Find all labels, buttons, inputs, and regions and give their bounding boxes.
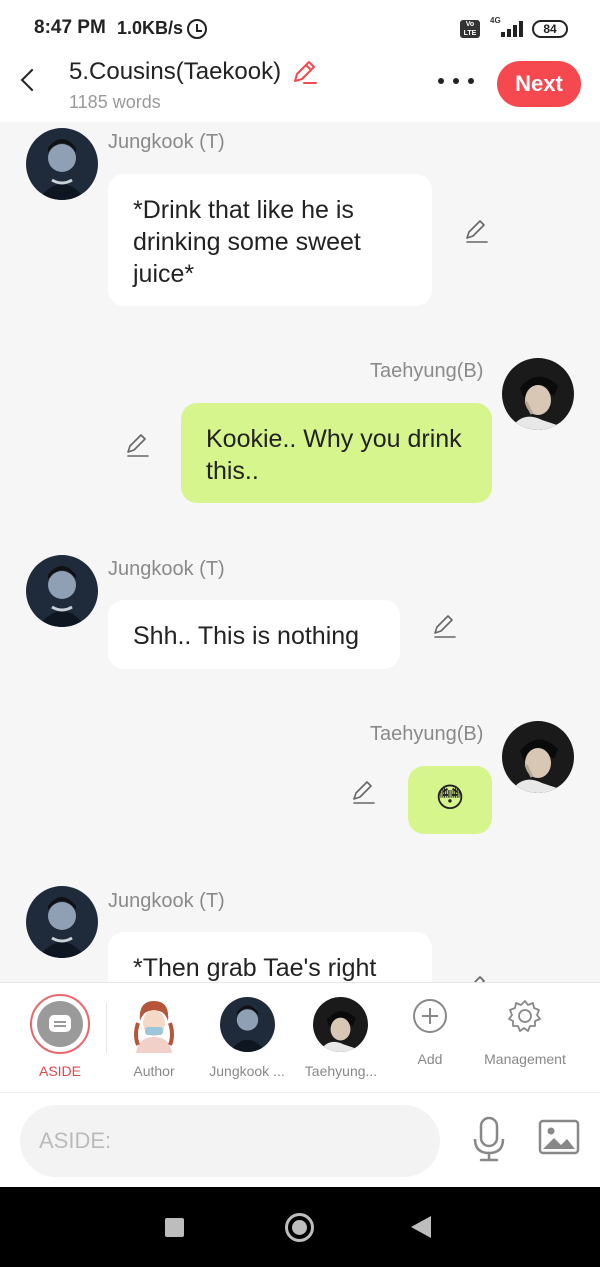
signal-icon: [497, 21, 523, 37]
taehyung-tool[interactable]: Taehyung...: [296, 983, 386, 1093]
speaker-name: Taehyung(B): [370, 360, 484, 382]
jungkook-tool[interactable]: Jungkook ...: [200, 983, 294, 1093]
volte-icon: Vo LTE: [460, 20, 480, 38]
gear-icon: [508, 1000, 541, 1032]
header: 5.Cousins(Taekook) 1185 words Next: [0, 56, 600, 122]
image-icon[interactable]: [538, 1119, 580, 1155]
add-tool[interactable]: Add: [395, 983, 465, 1093]
status-bar: 8:47 PM 1.0KB/s Vo LTE 4G 84: [0, 0, 600, 56]
system-back-icon[interactable]: [411, 1216, 431, 1238]
aside-selector[interactable]: [30, 994, 90, 1054]
message-bubble[interactable]: *Then grab Tae's right: [108, 932, 432, 982]
message-bubble[interactable]: Kookie.. Why you drink this..: [181, 403, 492, 503]
jungkook-avatar: [220, 997, 275, 1052]
author-tool[interactable]: Author: [112, 983, 196, 1093]
input-bar: [0, 1092, 600, 1187]
status-time: 8:47 PM: [34, 17, 106, 38]
speaker-name: Jungkook (T): [108, 558, 225, 580]
avatar-taehyung[interactable]: [502, 358, 574, 430]
status-network-speed: 1.0KB/s: [117, 18, 184, 38]
author-avatar: [134, 1001, 174, 1053]
toolbar-divider: [106, 1003, 107, 1053]
character-toolbar: ASIDE Author Jungkook ... Taehyung... Ad…: [0, 982, 600, 1092]
add-icon: [413, 999, 447, 1033]
microphone-icon[interactable]: [470, 1115, 508, 1163]
taehyung-label: Taehyung...: [304, 1063, 378, 1079]
battery-indicator: 84: [532, 20, 568, 38]
jungkook-label: Jungkook ...: [209, 1063, 285, 1079]
alarm-icon: [187, 19, 207, 39]
speaker-name: Jungkook (T): [108, 890, 225, 912]
author-label: Author: [133, 1063, 175, 1079]
next-button[interactable]: Next: [497, 61, 581, 107]
edit-message-icon[interactable]: [431, 613, 457, 639]
avatar-jungkook[interactable]: [26, 555, 98, 627]
chat-area[interactable]: Jungkook (T) *Drink that like he is drin…: [0, 122, 600, 982]
aside-label: ASIDE: [38, 1063, 81, 1079]
word-count: 1185 words: [69, 92, 161, 112]
system-nav-bar: [0, 1187, 600, 1267]
speaker-name: Jungkook (T): [108, 131, 225, 153]
home-icon[interactable]: [285, 1213, 314, 1242]
back-icon[interactable]: [16, 66, 42, 96]
management-tool[interactable]: Management: [475, 983, 575, 1093]
message-bubble[interactable]: *Drink that like he is drinking some swe…: [108, 174, 432, 306]
management-label: Management: [484, 1051, 566, 1067]
edit-title-icon[interactable]: [290, 58, 318, 86]
avatar-taehyung[interactable]: [502, 721, 574, 793]
avatar-jungkook[interactable]: [26, 128, 98, 200]
speaker-name: Taehyung(B): [370, 723, 484, 745]
aside-icon: [37, 1001, 83, 1047]
avatar-jungkook[interactable]: [26, 886, 98, 958]
add-label: Add: [417, 1051, 443, 1067]
more-options-icon[interactable]: [436, 74, 476, 88]
aside-tool[interactable]: ASIDE: [0, 983, 120, 1093]
edit-message-icon[interactable]: [463, 974, 489, 982]
taehyung-avatar: [313, 997, 368, 1052]
recent-apps-icon[interactable]: [165, 1218, 184, 1237]
title-area: 5.Cousins(Taekook): [69, 58, 318, 86]
edit-message-icon[interactable]: [350, 779, 376, 805]
message-bubble[interactable]: Shh.. This is nothing: [108, 600, 400, 669]
message-input[interactable]: [20, 1105, 440, 1177]
message-bubble[interactable]: 😳: [408, 766, 492, 834]
story-title[interactable]: 5.Cousins(Taekook): [69, 58, 281, 86]
edit-message-icon[interactable]: [463, 218, 489, 244]
edit-message-icon[interactable]: [124, 432, 150, 458]
